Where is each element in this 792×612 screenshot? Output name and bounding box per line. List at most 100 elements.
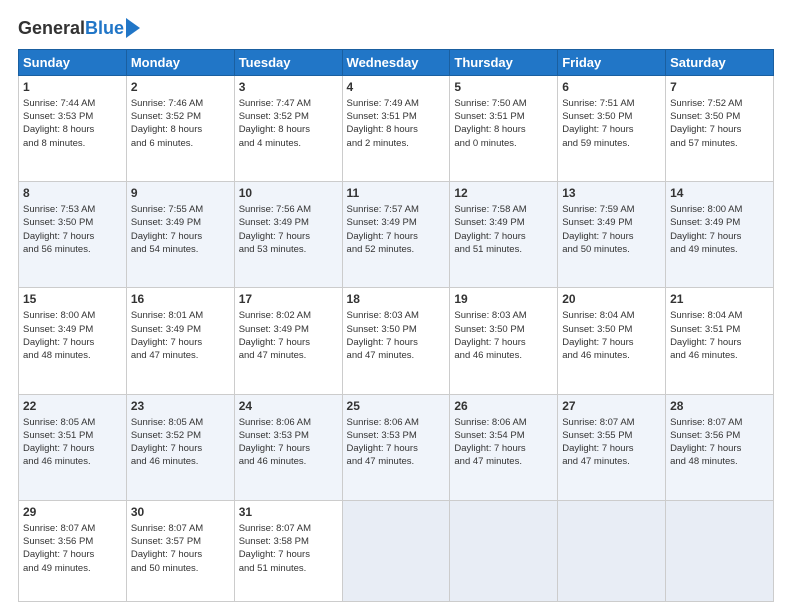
- calendar-cell: 15Sunrise: 8:00 AMSunset: 3:49 PMDayligh…: [19, 288, 127, 394]
- day-info-line: Daylight: 7 hours: [670, 442, 769, 455]
- day-info-line: Sunset: 3:49 PM: [23, 323, 122, 336]
- day-info-line: Daylight: 7 hours: [131, 442, 230, 455]
- day-info-line: and 2 minutes.: [347, 137, 446, 150]
- day-info-line: Sunrise: 8:06 AM: [347, 416, 446, 429]
- calendar-cell: 18Sunrise: 8:03 AMSunset: 3:50 PMDayligh…: [342, 288, 450, 394]
- day-info-line: Sunset: 3:49 PM: [131, 216, 230, 229]
- day-info-line: and 51 minutes.: [454, 243, 553, 256]
- calendar-cell: 12Sunrise: 7:58 AMSunset: 3:49 PMDayligh…: [450, 182, 558, 288]
- day-info-line: Sunrise: 7:56 AM: [239, 203, 338, 216]
- day-info-line: Sunrise: 8:02 AM: [239, 309, 338, 322]
- day-info-line: Daylight: 7 hours: [23, 548, 122, 561]
- day-info-line: Daylight: 8 hours: [239, 123, 338, 136]
- day-number: 10: [239, 185, 338, 202]
- day-number: 1: [23, 79, 122, 96]
- day-info-line: Sunset: 3:50 PM: [562, 110, 661, 123]
- day-info-line: Sunrise: 7:50 AM: [454, 97, 553, 110]
- calendar-table: SundayMondayTuesdayWednesdayThursdayFrid…: [18, 49, 774, 602]
- day-info-line: Sunset: 3:53 PM: [239, 429, 338, 442]
- day-info-line: and 46 minutes.: [562, 349, 661, 362]
- calendar-cell: 8Sunrise: 7:53 AMSunset: 3:50 PMDaylight…: [19, 182, 127, 288]
- calendar-cell: 16Sunrise: 8:01 AMSunset: 3:49 PMDayligh…: [126, 288, 234, 394]
- day-number: 9: [131, 185, 230, 202]
- day-info-line: Sunset: 3:51 PM: [454, 110, 553, 123]
- day-info-line: and 4 minutes.: [239, 137, 338, 150]
- day-info-line: Sunrise: 8:04 AM: [670, 309, 769, 322]
- day-info-line: and 47 minutes.: [347, 349, 446, 362]
- day-number: 4: [347, 79, 446, 96]
- day-number: 20: [562, 291, 661, 308]
- day-number: 5: [454, 79, 553, 96]
- calendar-cell: [450, 500, 558, 601]
- calendar-cell: [342, 500, 450, 601]
- calendar-cell: 27Sunrise: 8:07 AMSunset: 3:55 PMDayligh…: [558, 394, 666, 500]
- day-number: 25: [347, 398, 446, 415]
- day-info-line: Daylight: 7 hours: [131, 230, 230, 243]
- calendar-cell: 24Sunrise: 8:06 AMSunset: 3:53 PMDayligh…: [234, 394, 342, 500]
- day-info-line: Sunrise: 8:06 AM: [239, 416, 338, 429]
- day-info-line: Sunrise: 8:00 AM: [670, 203, 769, 216]
- day-info-line: and 6 minutes.: [131, 137, 230, 150]
- day-info-line: Daylight: 7 hours: [454, 336, 553, 349]
- day-info-line: Sunset: 3:57 PM: [131, 535, 230, 548]
- day-info-line: Sunrise: 8:04 AM: [562, 309, 661, 322]
- day-info-line: Daylight: 7 hours: [239, 442, 338, 455]
- day-info-line: Sunset: 3:50 PM: [562, 323, 661, 336]
- day-info-line: Sunset: 3:50 PM: [454, 323, 553, 336]
- day-info-line: and 51 minutes.: [239, 562, 338, 575]
- day-info-line: and 50 minutes.: [562, 243, 661, 256]
- day-info-line: Sunset: 3:51 PM: [347, 110, 446, 123]
- day-info-line: Sunrise: 8:07 AM: [239, 522, 338, 535]
- day-number: 13: [562, 185, 661, 202]
- day-number: 29: [23, 504, 122, 521]
- calendar-cell: 26Sunrise: 8:06 AMSunset: 3:54 PMDayligh…: [450, 394, 558, 500]
- weekday-header: Wednesday: [342, 50, 450, 76]
- day-info-line: and 46 minutes.: [670, 349, 769, 362]
- weekday-header: Tuesday: [234, 50, 342, 76]
- calendar-cell: 2Sunrise: 7:46 AMSunset: 3:52 PMDaylight…: [126, 76, 234, 182]
- day-info-line: Daylight: 7 hours: [670, 336, 769, 349]
- day-info-line: Daylight: 7 hours: [131, 548, 230, 561]
- day-number: 16: [131, 291, 230, 308]
- day-info-line: Sunset: 3:52 PM: [131, 110, 230, 123]
- day-info-line: Sunset: 3:50 PM: [23, 216, 122, 229]
- day-number: 8: [23, 185, 122, 202]
- day-number: 24: [239, 398, 338, 415]
- day-info-line: Sunset: 3:51 PM: [670, 323, 769, 336]
- day-info-line: Daylight: 7 hours: [23, 442, 122, 455]
- calendar-week-row: 22Sunrise: 8:05 AMSunset: 3:51 PMDayligh…: [19, 394, 774, 500]
- day-info-line: Sunrise: 7:59 AM: [562, 203, 661, 216]
- day-info-line: Sunset: 3:52 PM: [239, 110, 338, 123]
- day-number: 3: [239, 79, 338, 96]
- day-info-line: and 0 minutes.: [454, 137, 553, 150]
- calendar-cell: 6Sunrise: 7:51 AMSunset: 3:50 PMDaylight…: [558, 76, 666, 182]
- calendar-week-row: 29Sunrise: 8:07 AMSunset: 3:56 PMDayligh…: [19, 500, 774, 601]
- day-info-line: Sunset: 3:49 PM: [454, 216, 553, 229]
- day-number: 26: [454, 398, 553, 415]
- day-info-line: Sunrise: 8:07 AM: [562, 416, 661, 429]
- day-info-line: Daylight: 8 hours: [347, 123, 446, 136]
- day-info-line: Sunset: 3:56 PM: [23, 535, 122, 548]
- day-info-line: Sunset: 3:49 PM: [239, 323, 338, 336]
- weekday-header: Thursday: [450, 50, 558, 76]
- day-number: 31: [239, 504, 338, 521]
- day-info-line: Sunrise: 8:05 AM: [23, 416, 122, 429]
- calendar-cell: 29Sunrise: 8:07 AMSunset: 3:56 PMDayligh…: [19, 500, 127, 601]
- day-info-line: and 8 minutes.: [23, 137, 122, 150]
- day-info-line: Sunset: 3:53 PM: [23, 110, 122, 123]
- day-info-line: Sunrise: 8:07 AM: [131, 522, 230, 535]
- day-number: 14: [670, 185, 769, 202]
- day-info-line: and 50 minutes.: [131, 562, 230, 575]
- calendar-cell: 31Sunrise: 8:07 AMSunset: 3:58 PMDayligh…: [234, 500, 342, 601]
- day-info-line: and 47 minutes.: [562, 455, 661, 468]
- day-info-line: Sunset: 3:50 PM: [670, 110, 769, 123]
- day-info-line: Sunrise: 7:51 AM: [562, 97, 661, 110]
- day-number: 15: [23, 291, 122, 308]
- calendar-cell: 10Sunrise: 7:56 AMSunset: 3:49 PMDayligh…: [234, 182, 342, 288]
- day-info-line: Daylight: 8 hours: [131, 123, 230, 136]
- calendar-cell: 28Sunrise: 8:07 AMSunset: 3:56 PMDayligh…: [666, 394, 774, 500]
- day-info-line: Daylight: 7 hours: [670, 123, 769, 136]
- day-info-line: Sunrise: 8:00 AM: [23, 309, 122, 322]
- day-info-line: and 56 minutes.: [23, 243, 122, 256]
- day-info-line: Sunrise: 8:03 AM: [454, 309, 553, 322]
